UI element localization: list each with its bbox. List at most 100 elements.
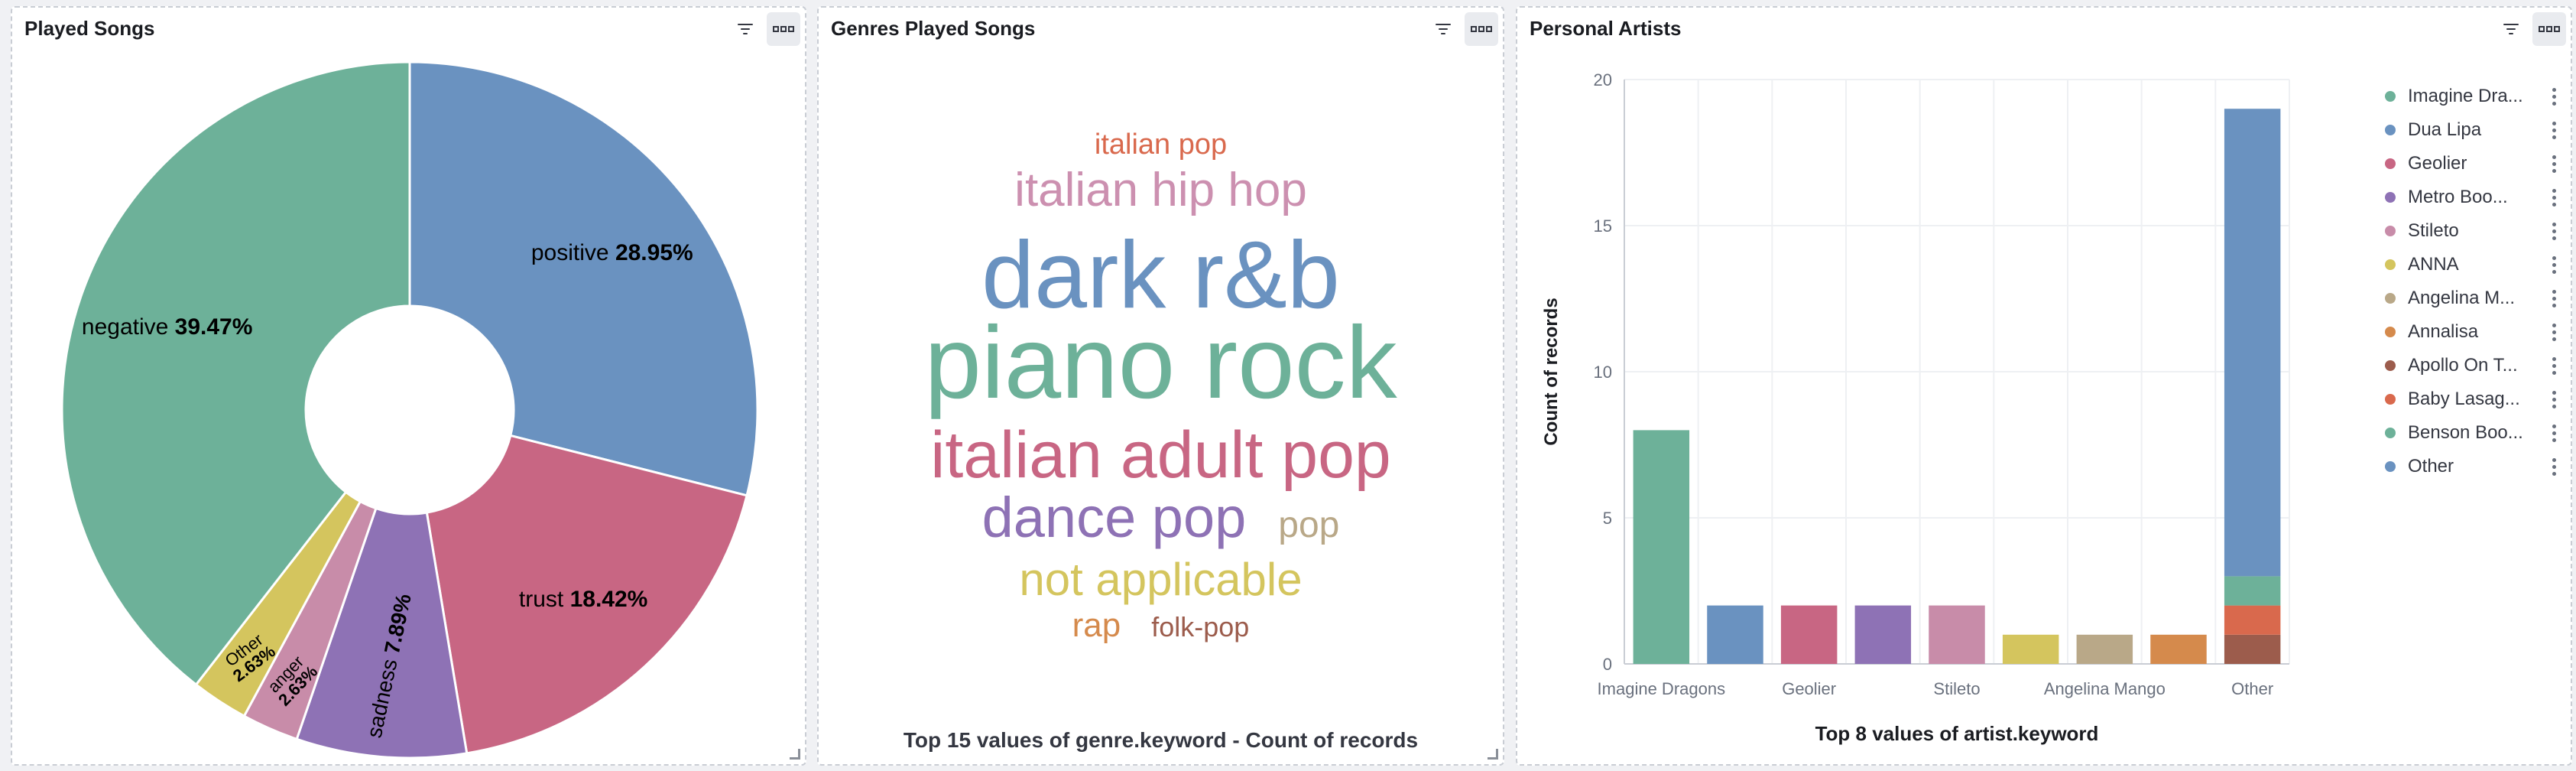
legend-item[interactable]: Benson Boo... — [2379, 416, 2570, 450]
bar-segment[interactable] — [2224, 605, 2281, 635]
filter-icon[interactable] — [2494, 12, 2528, 46]
bar[interactable] — [1633, 430, 1690, 664]
cloud-word[interactable]: piano rock — [819, 312, 1503, 415]
svg-text:positive 28.95%: positive 28.95% — [531, 240, 693, 265]
personal-artists-panel: Personal Artists 0 5 10 15 20 Imagine Dragons… — [1516, 6, 2572, 766]
legend-swatch — [2385, 394, 2396, 405]
cloud-word[interactable]: italian pop — [819, 130, 1503, 159]
legend-options-icon[interactable] — [2552, 189, 2556, 207]
cloud-word[interactable]: rap — [1072, 609, 1121, 642]
x-tick-label: Other — [2231, 679, 2273, 698]
legend-swatch — [2385, 428, 2396, 438]
bar-segment[interactable] — [2224, 634, 2281, 664]
legend-label: Metro Boo... — [2408, 187, 2508, 207]
legend-options-icon[interactable] — [2552, 357, 2556, 375]
cloud-word[interactable]: italian hip hop — [819, 167, 1503, 214]
legend-label: Benson Boo... — [2408, 422, 2523, 443]
legend-options-icon[interactable] — [2552, 391, 2556, 408]
slice-label: negative 39.47% — [82, 314, 253, 340]
donut-chart: positive 28.95%trust 18.42%sadness 7.89%… — [60, 60, 759, 760]
legend-item[interactable]: Dua Lipa — [2379, 113, 2570, 147]
bar[interactable] — [2002, 634, 2059, 664]
legend-label: Dua Lipa — [2408, 119, 2482, 140]
resize-handle[interactable] — [790, 749, 800, 760]
legend-label: ANNA — [2408, 254, 2459, 275]
y-tick-label: 20 — [1594, 70, 1612, 89]
legend-label: Baby Lasag... — [2408, 389, 2520, 409]
bar[interactable] — [2076, 634, 2133, 664]
slice-name: trust — [519, 587, 570, 612]
resize-handle[interactable] — [1488, 749, 1498, 760]
cloud-word[interactable]: dance pop — [982, 490, 1247, 546]
panel-options-button[interactable] — [1465, 12, 1498, 46]
played-songs-panel: Played Songs positive 28.95% trust 18.42%… — [11, 6, 806, 766]
bar[interactable] — [1780, 605, 1838, 664]
x-tick-label: Stileto — [1933, 679, 1980, 698]
legend-options-icon[interactable] — [2552, 88, 2556, 106]
legend-swatch — [2385, 158, 2396, 169]
bar-segment[interactable] — [2224, 109, 2281, 577]
chart-legend: Imagine Dra... Dua Lipa Geolier Metro Boo..… — [2379, 80, 2570, 483]
legend-item[interactable]: Geolier — [2379, 147, 2570, 181]
legend-label: Imagine Dra... — [2408, 86, 2523, 106]
legend-options-icon[interactable] — [2552, 458, 2556, 476]
panel-actions — [1426, 12, 1498, 46]
legend-label: Geolier — [2408, 153, 2467, 174]
bar-segment[interactable] — [2224, 576, 2281, 606]
slice-percent: 28.95% — [615, 240, 693, 265]
chart-caption: Top 15 values of genre.keyword - Count o… — [903, 728, 1419, 752]
legend-swatch — [2385, 360, 2396, 371]
slice-label: positive 28.95% — [531, 240, 693, 265]
legend-options-icon[interactable] — [2552, 256, 2556, 274]
legend-item[interactable]: Imagine Dra... — [2379, 80, 2570, 113]
legend-options-icon[interactable] — [2552, 122, 2556, 139]
bar[interactable] — [2150, 634, 2207, 664]
cloud-word[interactable]: not applicable — [819, 557, 1503, 603]
y-tick-label: 5 — [1603, 509, 1612, 528]
legend-item[interactable]: Apollo On T... — [2379, 349, 2570, 382]
pie-slice[interactable] — [408, 60, 759, 497]
legend-options-icon[interactable] — [2552, 324, 2556, 341]
legend-label: Annalisa — [2408, 321, 2479, 342]
bar[interactable] — [1854, 605, 1912, 664]
legend-options-icon[interactable] — [2552, 223, 2556, 240]
legend-item[interactable]: ANNA — [2379, 248, 2570, 281]
cloud-word[interactable]: italian adult pop — [819, 422, 1503, 488]
legend-swatch — [2385, 125, 2396, 135]
y-tick-label: 15 — [1594, 216, 1612, 236]
legend-swatch — [2385, 91, 2396, 102]
x-axis-title: Top 8 values of artist.keyword — [1815, 722, 2099, 745]
filter-icon[interactable] — [1426, 12, 1460, 46]
bar[interactable] — [1707, 605, 1763, 664]
slice-label: trust 18.42% — [519, 587, 647, 612]
bar-chart: 0 5 10 15 20 Imagine Dragons Geolier Stileto Ang… — [1541, 70, 2290, 745]
y-axis-title: Count of records — [1541, 298, 1562, 445]
panel-options-button[interactable] — [2532, 12, 2566, 46]
legend-swatch — [2385, 259, 2396, 270]
legend-swatch — [2385, 327, 2396, 337]
legend-label: Angelina M... — [2408, 288, 2516, 308]
legend-label: Apollo On T... — [2408, 355, 2518, 376]
y-tick-label: 0 — [1603, 655, 1612, 674]
slice-name: positive — [531, 240, 615, 265]
cloud-word[interactable]: folk-pop — [1151, 613, 1249, 641]
legend-label: Stileto — [2408, 220, 2459, 241]
legend-swatch — [2385, 293, 2396, 304]
y-tick-label: 10 — [1594, 363, 1612, 382]
slice-percent: 39.47% — [175, 314, 253, 340]
legend-item[interactable]: Other — [2379, 450, 2570, 483]
legend-item[interactable]: Metro Boo... — [2379, 181, 2570, 214]
legend-options-icon[interactable] — [2552, 155, 2556, 173]
legend-options-icon[interactable] — [2552, 290, 2556, 307]
x-tick-label: Angelina Mango — [2044, 679, 2166, 698]
x-tick-label: Imagine Dragons — [1598, 679, 1726, 698]
legend-swatch — [2385, 192, 2396, 203]
legend-item[interactable]: Stileto — [2379, 214, 2570, 248]
legend-item[interactable]: Baby Lasag... — [2379, 382, 2570, 416]
panel-actions — [2494, 12, 2566, 46]
legend-options-icon[interactable] — [2552, 425, 2556, 442]
bar[interactable] — [1929, 605, 1985, 664]
legend-item[interactable]: Angelina M... — [2379, 281, 2570, 315]
legend-item[interactable]: Annalisa — [2379, 315, 2570, 349]
cloud-word[interactable]: pop — [1278, 507, 1339, 544]
